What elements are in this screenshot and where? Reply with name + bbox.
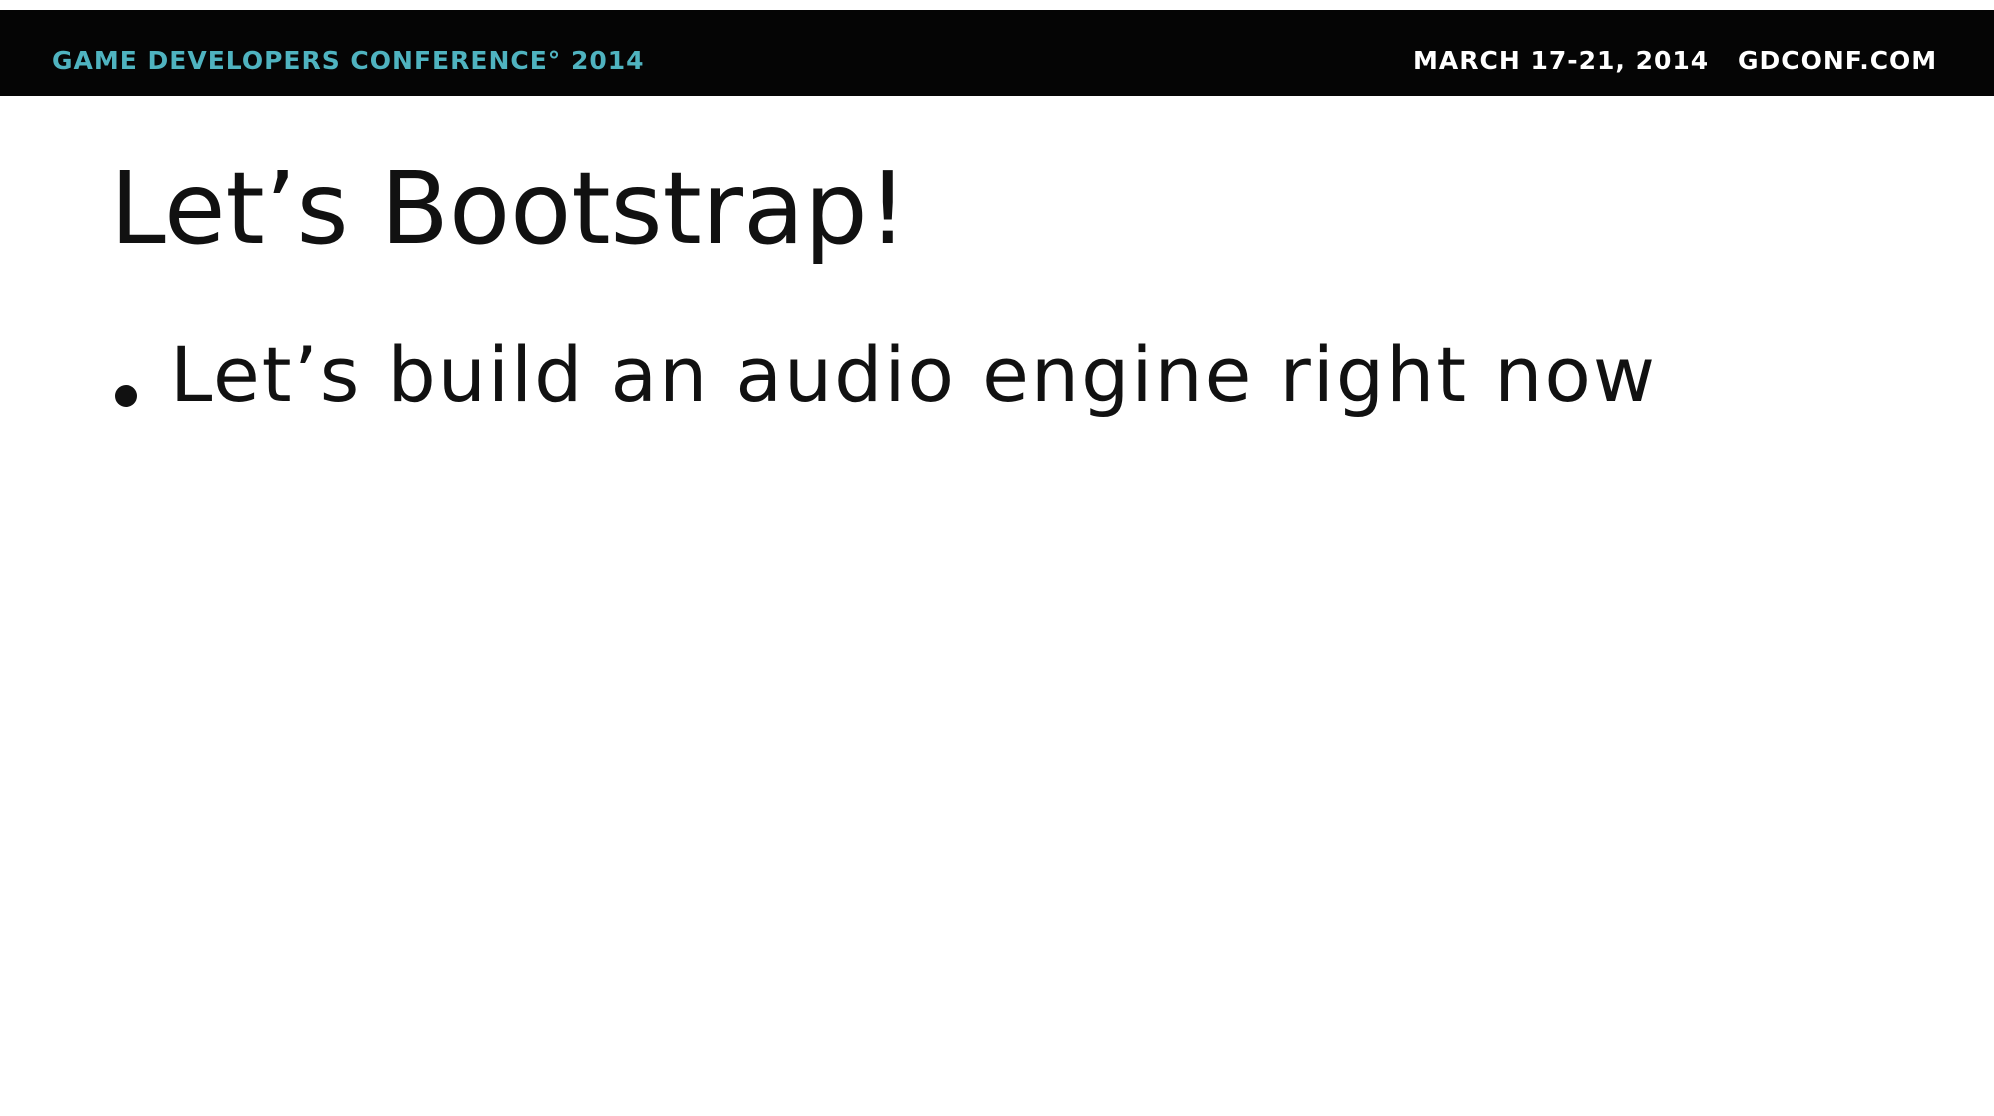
conference-dates: MARCH 17-21, 2014 [1413, 46, 1710, 75]
slide: GAME DEVELOPERS CONFERENCE° 2014 MARCH 1… [0, 0, 1994, 1116]
conference-header-bar: GAME DEVELOPERS CONFERENCE° 2014 MARCH 1… [0, 10, 1994, 96]
conference-name: GAME DEVELOPERS CONFERENCE° 2014 [52, 46, 645, 75]
top-margin [0, 0, 1994, 10]
conference-url: GDCONF.COM [1738, 46, 1938, 75]
slide-title: Let’s Bootstrap! [110, 150, 908, 267]
bullet-dot-icon [115, 385, 137, 407]
bullet-text: Let’s build an audio engine right now [170, 330, 1658, 419]
